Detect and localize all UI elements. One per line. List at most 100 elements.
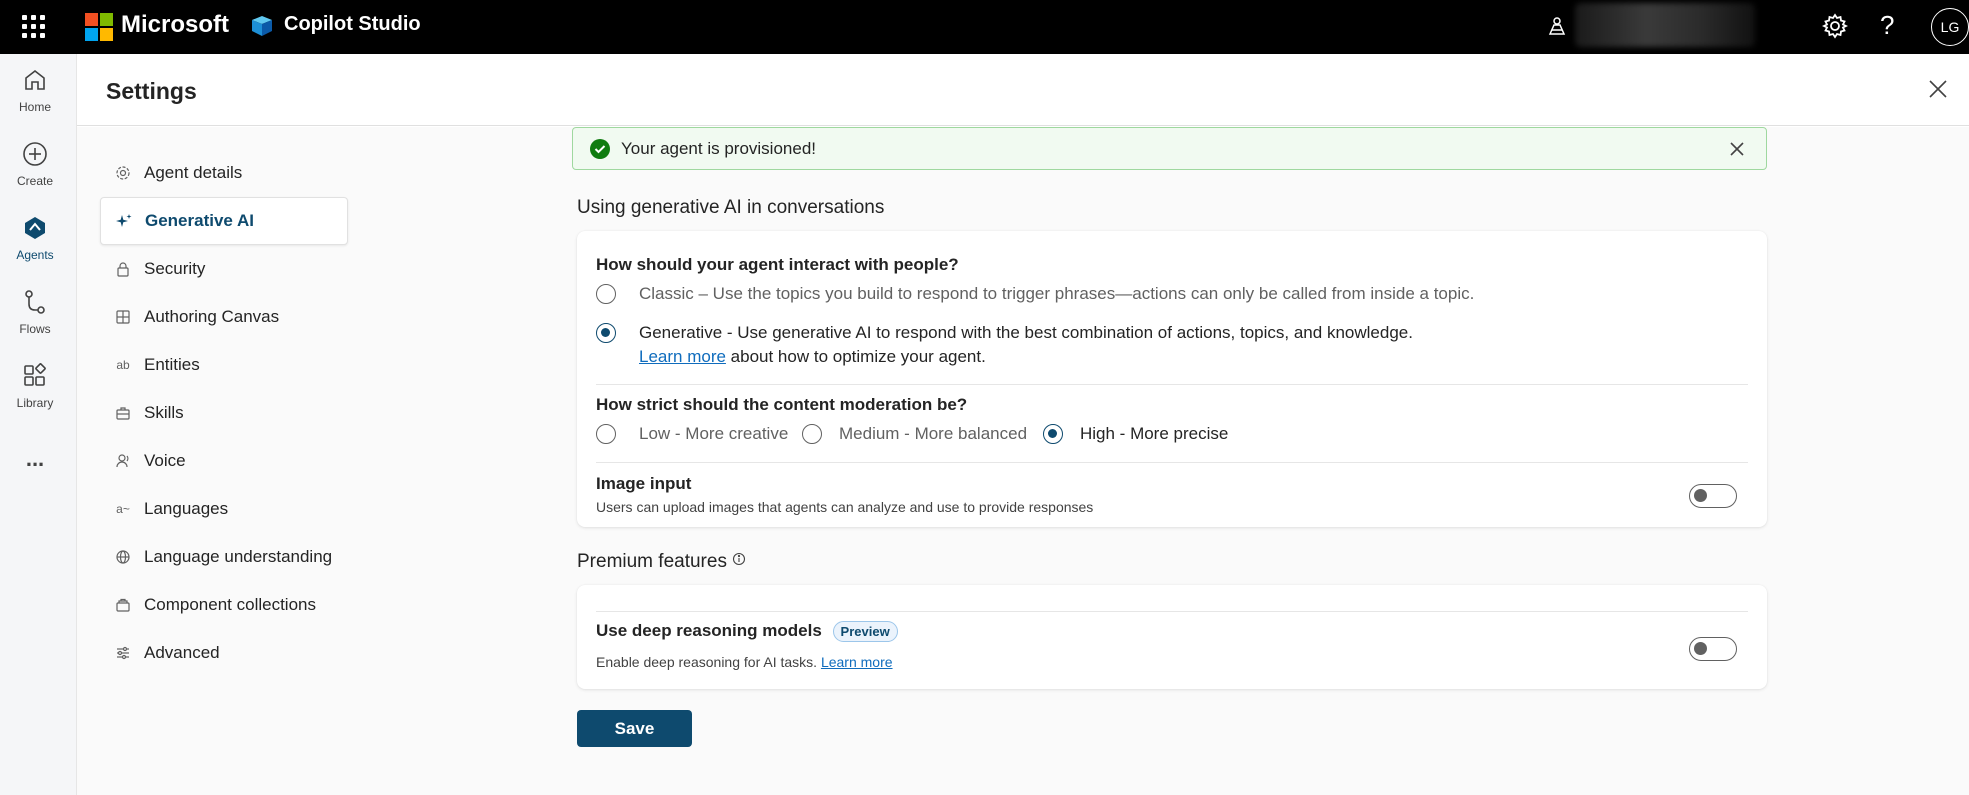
settings-gear-icon[interactable] bbox=[1822, 13, 1848, 39]
settings-nav: Agent details Generative AI Security Aut… bbox=[100, 149, 348, 677]
section-title-premium: Premium features bbox=[577, 551, 746, 573]
nav-label: Advanced bbox=[144, 643, 220, 662]
rail-label: Agents bbox=[16, 248, 54, 262]
page-title: Settings bbox=[106, 78, 197, 104]
deep-reasoning-description-line: Enable deep reasoning for AI tasks. Lear… bbox=[596, 654, 893, 670]
nav-label: Authoring Canvas bbox=[144, 307, 280, 326]
panel-header: Settings bbox=[77, 54, 1969, 126]
moderation-low-radio[interactable] bbox=[596, 424, 616, 444]
collection-icon bbox=[114, 596, 132, 614]
agents-icon bbox=[25, 217, 45, 239]
environment-selector[interactable] bbox=[1575, 3, 1755, 47]
interact-question: How should your agent interact with peop… bbox=[596, 255, 959, 274]
voice-icon bbox=[114, 452, 132, 470]
rail-item-flows[interactable]: Flows bbox=[0, 288, 70, 336]
nav-item-languages[interactable]: a~ Languages bbox=[100, 485, 348, 533]
library-icon bbox=[24, 363, 46, 386]
nav-label: Skills bbox=[144, 403, 184, 422]
nav-label: Language understanding bbox=[144, 547, 333, 566]
checkmark-icon bbox=[590, 139, 610, 159]
nav-item-voice[interactable]: Voice bbox=[100, 437, 348, 485]
nav-label: Generative AI bbox=[145, 211, 254, 230]
learn-more-link[interactable]: Learn more bbox=[639, 347, 726, 366]
rail-label: Home bbox=[18, 100, 51, 114]
languages-icon: a~ bbox=[116, 502, 130, 516]
moderation-high-label: High - More precise bbox=[1080, 424, 1229, 443]
info-icon[interactable] bbox=[732, 552, 746, 566]
rail-item-agents[interactable]: Agents bbox=[0, 214, 70, 262]
premium-title: Premium features bbox=[577, 551, 727, 572]
sparkle-icon bbox=[115, 212, 133, 230]
deep-reasoning-description: Enable deep reasoning for AI tasks. bbox=[596, 654, 818, 670]
sliders-icon bbox=[114, 644, 132, 662]
nav-item-security[interactable]: Security bbox=[100, 245, 348, 293]
nav-label: Entities bbox=[144, 355, 200, 374]
rail-item-home[interactable]: Home bbox=[0, 66, 70, 114]
nav-item-advanced[interactable]: Advanced bbox=[100, 629, 348, 677]
more-icon[interactable]: ... bbox=[0, 446, 70, 472]
rail-item-create[interactable]: Create bbox=[0, 140, 70, 188]
deep-reasoning-toggle[interactable] bbox=[1689, 637, 1737, 661]
nav-label: Agent details bbox=[144, 163, 243, 182]
nav-label: Voice bbox=[144, 451, 186, 470]
learn-more-suffix: about how to optimize your agent. bbox=[730, 347, 986, 366]
moderation-medium-label: Medium - More balanced bbox=[839, 424, 1028, 443]
rail-label: Flows bbox=[19, 322, 51, 336]
moderation-medium-radio[interactable] bbox=[802, 424, 822, 444]
close-icon[interactable] bbox=[1728, 140, 1746, 158]
home-icon bbox=[25, 69, 45, 90]
deep-learn-more-link[interactable]: Learn more bbox=[821, 654, 893, 670]
section-title-genai: Using generative AI in conversations bbox=[577, 197, 885, 218]
grid-icon bbox=[114, 308, 132, 326]
copilot-studio-logo-icon bbox=[252, 16, 272, 36]
settings-panel: Settings Agent details Generative AI Sec… bbox=[77, 54, 1969, 795]
nav-item-language-understanding[interactable]: Language understanding bbox=[100, 533, 348, 581]
save-button[interactable]: Save bbox=[577, 710, 692, 747]
premium-card: Use deep reasoning models Preview Enable… bbox=[577, 585, 1767, 689]
microsoft-logo-icon bbox=[85, 13, 113, 41]
lock-icon bbox=[114, 260, 132, 278]
rail-label: Library bbox=[16, 396, 54, 410]
image-input-description: Users can upload images that agents can … bbox=[596, 499, 1094, 515]
close-icon[interactable] bbox=[1927, 78, 1949, 100]
entities-icon: ab bbox=[116, 358, 130, 372]
avatar[interactable]: LG bbox=[1931, 8, 1969, 46]
nav-item-component-collections[interactable]: Component collections bbox=[100, 581, 348, 629]
nav-item-generative-ai[interactable]: Generative AI bbox=[100, 197, 348, 245]
divider bbox=[596, 384, 1748, 385]
briefcase-icon bbox=[114, 404, 132, 422]
success-banner: Your agent is provisioned! bbox=[572, 127, 1767, 170]
genai-card: How should your agent interact with peop… bbox=[577, 231, 1767, 527]
environment-icon[interactable] bbox=[1546, 15, 1568, 37]
moderation-low-label: Low - More creative bbox=[639, 424, 789, 443]
app-launcher-icon[interactable] bbox=[22, 15, 46, 39]
nav-label: Languages bbox=[144, 499, 229, 518]
gear-icon bbox=[114, 164, 132, 182]
deep-reasoning-title: Use deep reasoning models bbox=[596, 621, 822, 640]
banner-message: Your agent is provisioned! bbox=[621, 139, 817, 158]
image-input-toggle[interactable] bbox=[1689, 484, 1737, 508]
generative-radio[interactable] bbox=[596, 323, 616, 343]
nav-label: Component collections bbox=[144, 595, 316, 614]
help-icon[interactable]: ? bbox=[1880, 10, 1894, 41]
nav-item-entities[interactable]: ab Entities bbox=[100, 341, 348, 389]
product-name[interactable]: Copilot Studio bbox=[284, 13, 421, 36]
rail-item-library[interactable]: Library bbox=[0, 362, 70, 410]
moderation-question: How strict should the content moderation… bbox=[596, 395, 968, 414]
nav-item-agent-details[interactable]: Agent details bbox=[100, 149, 348, 197]
divider bbox=[596, 462, 1748, 463]
deep-reasoning-row: Use deep reasoning models Preview bbox=[596, 621, 898, 643]
nav-item-authoring-canvas[interactable]: Authoring Canvas bbox=[100, 293, 348, 341]
classic-option-label: Classic – Use the topics you build to re… bbox=[639, 284, 1475, 303]
nav-item-skills[interactable]: Skills bbox=[100, 389, 348, 437]
moderation-high-radio[interactable] bbox=[1043, 424, 1063, 444]
globe-icon bbox=[114, 548, 132, 566]
left-rail: Home Create Agents Flows Library ... bbox=[0, 54, 77, 795]
nav-label: Security bbox=[144, 259, 206, 278]
flows-icon bbox=[25, 290, 45, 314]
top-bar: Microsoft Copilot Studio ? LG bbox=[0, 0, 1969, 54]
generative-option-label: Generative - Use generative AI to respon… bbox=[639, 323, 1413, 342]
learn-more-line: Learn more about how to optimize your ag… bbox=[639, 347, 986, 367]
classic-radio[interactable] bbox=[596, 284, 616, 304]
microsoft-brand[interactable]: Microsoft bbox=[121, 11, 229, 39]
